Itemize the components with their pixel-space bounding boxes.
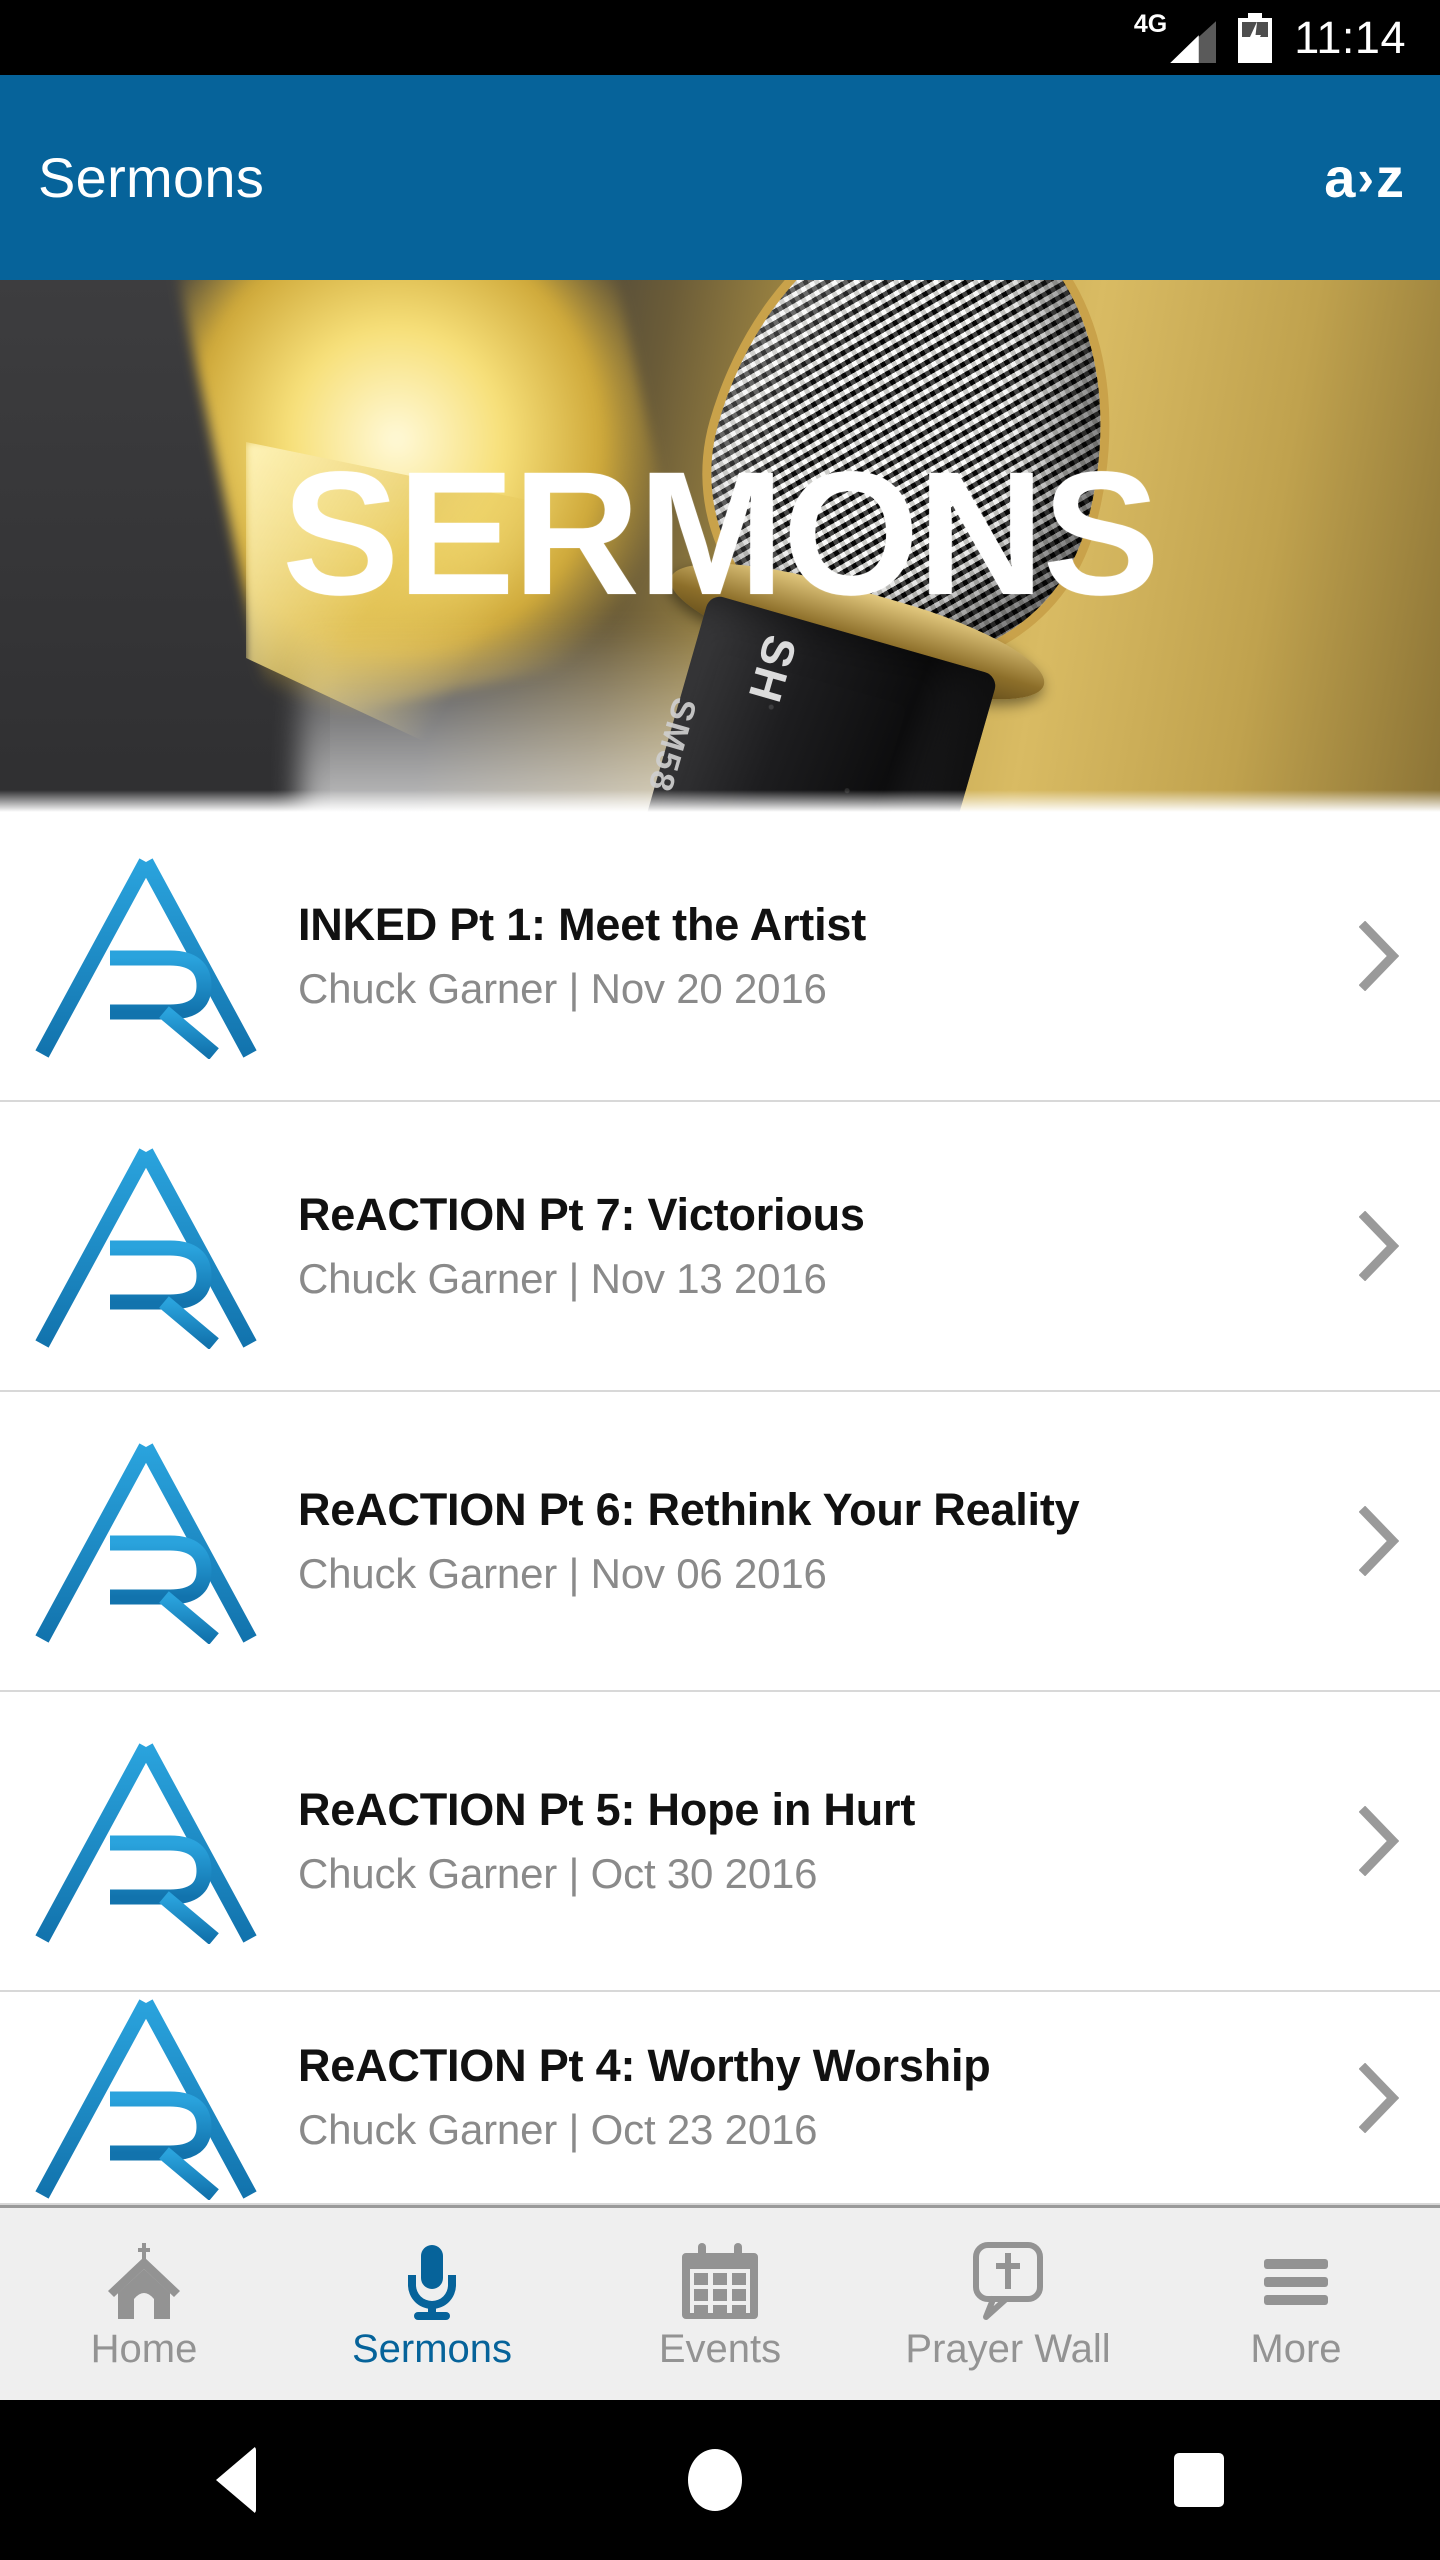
sermon-title: INKED Pt 1: Meet the Artist <box>298 898 866 950</box>
sermon-list-item[interactable]: INKED Pt 1: Meet the Artist Chuck Garner… <box>0 812 1440 1102</box>
hamburger-menu-icon <box>1264 2259 1328 2305</box>
sermon-list-item[interactable]: ReACTION Pt 5: Hope in Hurt Chuck Garner… <box>0 1692 1440 1992</box>
speech-cross-icon <box>966 2239 1050 2323</box>
network-type-label: 4G <box>1133 10 1168 38</box>
ar-monogram-logo <box>34 1999 257 2200</box>
hero-bottom-fade <box>0 790 1440 812</box>
page-title: Sermons <box>38 146 265 209</box>
sermon-meta: Chuck Garner | Nov 06 2016 <box>298 1549 827 1597</box>
speech-cross-icon <box>973 2242 1043 2320</box>
calendar-icon <box>678 2239 762 2323</box>
chevron-right-icon <box>1359 2062 1399 2133</box>
sermon-disclosure-chevron[interactable] <box>1318 1392 1440 1690</box>
sermon-title: ReACTION Pt 6: Rethink Your Reality <box>298 1483 1080 1535</box>
chevron-right-icon: › <box>1357 149 1374 206</box>
signal-bars-icon: 4G <box>1133 10 1217 63</box>
calendar-icon <box>682 2243 758 2319</box>
sermon-list-item[interactable]: ReACTION Pt 7: Victorious Chuck Garner |… <box>0 1102 1440 1392</box>
sermon-meta: Chuck Garner | Nov 13 2016 <box>298 1254 827 1302</box>
sort-a-label: a <box>1324 145 1356 209</box>
bottom-tab-bar[interactable]: Home Sermons Events Prayer Wall More <box>0 2205 1440 2400</box>
sort-z-label: z <box>1376 145 1404 209</box>
tab-label: Prayer Wall <box>905 2327 1111 2371</box>
tab-events[interactable]: Events <box>576 2208 864 2400</box>
church-icon <box>102 2239 186 2323</box>
ar-monogram-logo <box>18 854 273 1059</box>
battery-charging-icon <box>1238 12 1273 63</box>
ar-monogram-logo <box>34 1742 257 1944</box>
triangle-back-icon[interactable] <box>216 2446 256 2514</box>
hero-banner: SH SM58 SERMONS <box>0 280 1440 812</box>
sermon-thumbnail <box>0 1692 290 1990</box>
sermon-list-item[interactable]: ReACTION Pt 6: Rethink Your Reality Chuc… <box>0 1392 1440 1692</box>
tab-label: Sermons <box>351 2327 513 2371</box>
sermon-title: ReACTION Pt 5: Hope in Hurt <box>298 1783 916 1835</box>
ar-monogram-logo <box>34 1442 257 1644</box>
hero-title: SERMONS <box>282 436 1160 632</box>
chevron-right-icon <box>1359 1806 1399 1876</box>
ar-monogram-logo <box>34 1147 257 1349</box>
chevron-right-icon <box>1359 1506 1399 1576</box>
sermon-thumbnail <box>0 1102 290 1390</box>
sermon-disclosure-chevron[interactable] <box>1318 1992 1440 2203</box>
status-bar: 4G 11:14 <box>0 0 1440 75</box>
church-icon <box>108 2243 180 2319</box>
ar-monogram-logo <box>18 1995 273 2200</box>
sermon-list-item[interactable]: ReACTION Pt 4: Worthy Worship Chuck Garn… <box>0 1992 1440 2205</box>
status-bar-icons: 4G 11:14 <box>1134 12 1406 63</box>
sermon-title: ReACTION Pt 4: Worthy Worship <box>298 2040 991 2092</box>
android-navigation-bar[interactable] <box>0 2400 1440 2560</box>
microphone-icon <box>408 2245 456 2320</box>
tab-more[interactable]: More <box>1152 2208 1440 2400</box>
hamburger-menu-icon <box>1254 2239 1338 2323</box>
sermon-text-block: ReACTION Pt 4: Worthy Worship Chuck Garn… <box>290 1992 1318 2203</box>
sermon-text-block: INKED Pt 1: Meet the Artist Chuck Garner… <box>290 812 1318 1100</box>
alphabetical-sort-button[interactable]: a › z <box>1324 145 1404 209</box>
tab-label: Home <box>90 2327 198 2371</box>
circle-home-icon[interactable] <box>688 2449 742 2511</box>
sermon-disclosure-chevron[interactable] <box>1318 1692 1440 1990</box>
tab-label: Events <box>658 2327 782 2371</box>
ar-monogram-logo <box>18 1739 273 1944</box>
sermon-meta: Chuck Garner | Oct 23 2016 <box>298 2106 818 2153</box>
tab-prayer-wall[interactable]: Prayer Wall <box>864 2208 1152 2400</box>
ar-monogram-logo <box>18 1144 273 1349</box>
microphone-icon <box>390 2239 474 2323</box>
tab-label: More <box>1250 2327 1342 2371</box>
chevron-right-icon <box>1359 1211 1399 1281</box>
sermon-text-block: ReACTION Pt 5: Hope in Hurt Chuck Garner… <box>290 1692 1318 1990</box>
app-bar: Sermons a › z <box>0 75 1440 280</box>
signal-strength-icon <box>1170 21 1217 63</box>
sermon-list[interactable]: INKED Pt 1: Meet the Artist Chuck Garner… <box>0 812 1440 2205</box>
chevron-right-icon <box>1359 921 1399 991</box>
sermon-text-block: ReACTION Pt 7: Victorious Chuck Garner |… <box>290 1102 1318 1390</box>
tab-sermons[interactable]: Sermons <box>288 2208 576 2400</box>
tab-home[interactable]: Home <box>0 2208 288 2400</box>
ar-monogram-logo <box>18 1439 273 1644</box>
sermon-text-block: ReACTION Pt 6: Rethink Your Reality Chuc… <box>290 1392 1318 1690</box>
status-bar-clock: 11:14 <box>1294 12 1406 63</box>
sermon-meta: Chuck Garner | Nov 20 2016 <box>298 964 827 1012</box>
sermon-thumbnail <box>0 812 290 1100</box>
ar-monogram-logo <box>34 857 257 1059</box>
sermon-thumbnail <box>0 1992 290 2203</box>
square-recents-icon[interactable] <box>1174 2453 1224 2507</box>
sermon-disclosure-chevron[interactable] <box>1318 812 1440 1100</box>
sermon-thumbnail <box>0 1392 290 1690</box>
sermon-title: ReACTION Pt 7: Victorious <box>298 1188 865 1240</box>
sermon-disclosure-chevron[interactable] <box>1318 1102 1440 1390</box>
sermon-meta: Chuck Garner | Oct 30 2016 <box>298 1849 818 1897</box>
